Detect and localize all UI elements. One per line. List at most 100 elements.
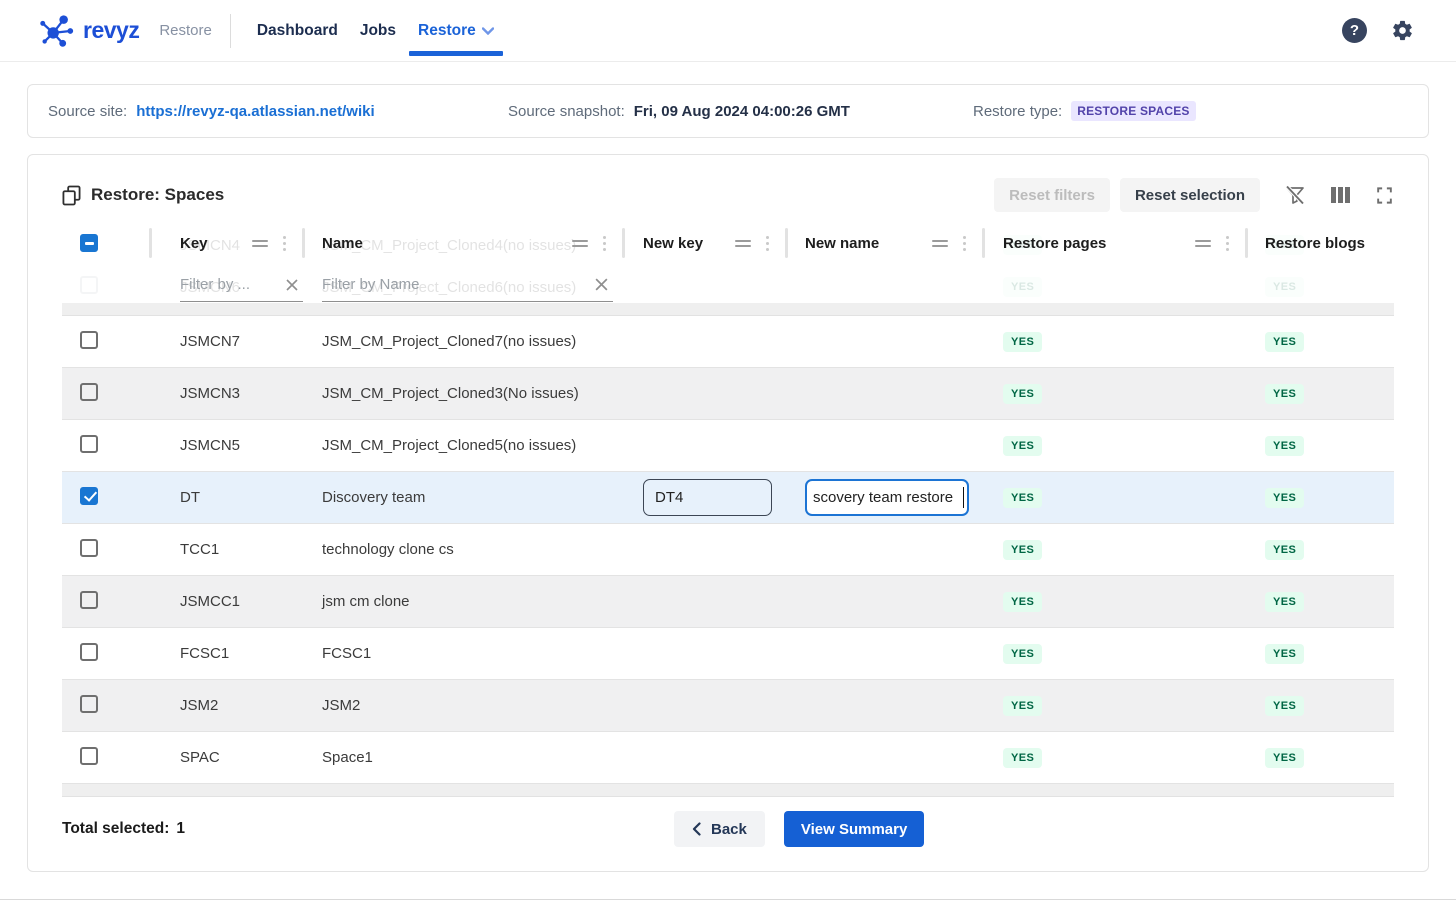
- help-icon[interactable]: ?: [1342, 18, 1367, 43]
- restore-blogs-badge: YES: [1265, 384, 1304, 404]
- total-selected-value: 1: [176, 820, 185, 838]
- new-key-input[interactable]: [643, 479, 772, 516]
- column-menu-icon[interactable]: [766, 242, 769, 245]
- cell-key: TCC1: [152, 541, 305, 558]
- page-title: Restore: Spaces: [91, 185, 224, 205]
- fullscreen-icon[interactable]: [1375, 186, 1394, 205]
- source-snapshot-group: Source snapshot: Fri, 09 Aug 2024 04:00:…: [508, 103, 973, 120]
- column-menu-icon[interactable]: [283, 242, 286, 245]
- restore-info-bar: Source site: https://revyz-qa.atlassian.…: [27, 84, 1429, 138]
- source-site-link[interactable]: https://revyz-qa.atlassian.net/wiki: [136, 103, 374, 120]
- spaces-table: JSMCN4 JSM_CM_Project_Cloned4(no issues)…: [62, 223, 1394, 797]
- partially-visible-row: [62, 303, 1394, 316]
- row-checkbox[interactable]: [80, 435, 98, 453]
- brand-name: revyz: [83, 17, 139, 44]
- table-row: FCSC1 FCSC1 YES YES: [62, 628, 1394, 680]
- header-cell-key: Key: [152, 223, 305, 263]
- row-checkbox[interactable]: [80, 747, 98, 765]
- view-summary-button[interactable]: View Summary: [784, 811, 924, 847]
- cell-name: JSM_CM_Project_Cloned7(no issues): [305, 333, 625, 350]
- restore-pages-badge: YES: [1003, 488, 1042, 508]
- header-cell-select: [62, 223, 152, 263]
- panel-actions: Reset filters Reset selection: [994, 178, 1394, 212]
- select-all-checkbox[interactable]: [80, 234, 98, 252]
- table-row: TCC1 technology clone cs YES YES: [62, 524, 1394, 576]
- cell-name: Space1: [305, 749, 625, 766]
- restore-blogs-badge: YES: [1265, 332, 1304, 352]
- nav-item-restore-label: Restore: [418, 22, 476, 40]
- source-snapshot-value: Fri, 09 Aug 2024 04:00:26 GMT: [634, 103, 850, 120]
- column-label-new-name: New name: [805, 235, 879, 252]
- reset-filters-button[interactable]: Reset filters: [994, 178, 1110, 212]
- name-filter-placeholder: Filter by Name: [322, 276, 590, 293]
- header-cell-restore-blogs: Restore blogs: [1248, 223, 1394, 263]
- name-filter-input[interactable]: Filter by Name: [322, 268, 613, 302]
- cell-key: JSMCN5: [152, 437, 305, 454]
- row-checkbox[interactable]: [80, 695, 98, 713]
- nav-divider: [230, 14, 231, 48]
- column-menu-icon[interactable]: [603, 242, 606, 245]
- column-menu-icon[interactable]: [1226, 242, 1229, 245]
- chevron-down-icon: [482, 27, 494, 35]
- back-button[interactable]: Back: [674, 811, 765, 847]
- nav-breadcrumb-restore: Restore: [159, 22, 212, 39]
- column-menu-icon[interactable]: [963, 242, 966, 245]
- brand[interactable]: revyz: [38, 12, 139, 50]
- drag-handle-icon[interactable]: [1195, 240, 1211, 247]
- cell-key: JSMCN7: [152, 333, 305, 350]
- top-navigation: revyz Restore Dashboard Jobs Restore ?: [0, 0, 1456, 62]
- key-filter-placeholder: Filter by ...: [180, 276, 281, 293]
- new-name-input[interactable]: [805, 479, 969, 516]
- table-row: JSMCN5 JSM_CM_Project_Cloned5(no issues)…: [62, 420, 1394, 472]
- clear-filter-icon[interactable]: [594, 277, 609, 292]
- row-checkbox[interactable]: [80, 331, 98, 349]
- nav-item-restore[interactable]: Restore: [407, 0, 505, 62]
- header-cell-new-name: New name: [788, 223, 985, 263]
- source-site-label: Source site:: [48, 103, 127, 120]
- drag-handle-icon[interactable]: [572, 240, 588, 247]
- key-filter-input[interactable]: Filter by ...: [180, 268, 303, 302]
- nav-item-dashboard[interactable]: Dashboard: [246, 0, 349, 62]
- cell-key: FCSC1: [152, 645, 305, 662]
- column-label-new-key: New key: [643, 235, 703, 252]
- table-row: JSMCC1 jsm cm clone YES YES: [62, 576, 1394, 628]
- restore-pages-badge: YES: [1003, 332, 1042, 352]
- cell-name: JSM_CM_Project_Cloned5(no issues): [305, 437, 625, 454]
- row-checkbox[interactable]: [80, 643, 98, 661]
- cell-key: SPAC: [152, 749, 305, 766]
- table-row: SPAC Space1 YES YES: [62, 732, 1394, 784]
- cell-name: Discovery team: [305, 489, 625, 506]
- row-checkbox[interactable]: [80, 591, 98, 609]
- restore-blogs-badge: YES: [1265, 644, 1304, 664]
- restore-pages-badge: YES: [1003, 592, 1042, 612]
- row-checkbox[interactable]: [80, 487, 98, 505]
- row-checkbox[interactable]: [80, 383, 98, 401]
- source-snapshot-label: Source snapshot:: [508, 103, 625, 120]
- row-checkbox[interactable]: [80, 539, 98, 557]
- restore-blogs-badge: YES: [1265, 436, 1304, 456]
- cell-name: JSM_CM_Project_Cloned3(No issues): [305, 385, 625, 402]
- restore-pages-badge: YES: [1003, 696, 1042, 716]
- chevron-left-icon: [692, 822, 701, 836]
- settings-gear-icon[interactable]: [1391, 19, 1414, 42]
- table-header-row: Key Name New key New name Restore pages: [62, 223, 1394, 263]
- restore-type-group: Restore type: RESTORE SPACES: [973, 101, 1408, 121]
- cell-name: technology clone cs: [305, 541, 625, 558]
- table-row: JSM2 JSM2 YES YES: [62, 680, 1394, 732]
- drag-handle-icon[interactable]: [932, 240, 948, 247]
- clear-filter-icon[interactable]: [285, 278, 299, 292]
- panel-footer: Total selected: 1 Back View Summary: [62, 809, 1394, 849]
- drag-handle-icon[interactable]: [735, 240, 751, 247]
- drag-handle-icon[interactable]: [252, 240, 268, 247]
- nav-item-jobs[interactable]: Jobs: [349, 0, 407, 62]
- nav-right-actions: ?: [1342, 18, 1414, 43]
- table-row: JSMCN3 JSM_CM_Project_Cloned3(No issues)…: [62, 368, 1394, 420]
- filter-off-icon[interactable]: [1284, 184, 1306, 206]
- reset-selection-button[interactable]: Reset selection: [1120, 178, 1260, 212]
- new-name-cell: [788, 479, 985, 516]
- restore-spaces-panel: Restore: Spaces Reset filters Reset sele…: [27, 154, 1429, 872]
- table-head: JSMCN4 JSM_CM_Project_Cloned4(no issues)…: [62, 223, 1394, 303]
- columns-icon[interactable]: [1330, 185, 1351, 205]
- column-label-name: Name: [322, 235, 363, 252]
- revyz-logo-icon: [38, 12, 76, 50]
